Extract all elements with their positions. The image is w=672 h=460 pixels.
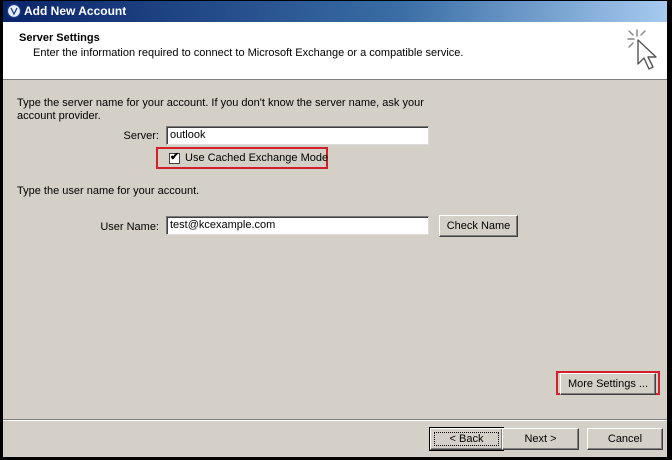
- next-button[interactable]: Next >: [502, 428, 579, 450]
- username-label: User Name:: [100, 221, 159, 233]
- cached-mode-checkbox[interactable]: ✔: [169, 150, 180, 164]
- window-title: Add New Account: [24, 4, 127, 18]
- cursor-click-icon: [627, 29, 657, 70]
- server-label: Server:: [123, 130, 159, 142]
- server-instruction-line-1: Type the server name for your account. I…: [17, 97, 424, 109]
- server-instruction-line-2: account provider.: [17, 110, 101, 122]
- user-instruction: Type the user name for your account.: [17, 185, 200, 197]
- checkmark-icon: ✔: [170, 150, 180, 163]
- server-input[interactable]: outlook: [166, 126, 429, 145]
- cached-mode-checkbox-row[interactable]: ✔ Use Cached Exchange Mode: [169, 150, 328, 164]
- cached-mode-label[interactable]: Use Cached Exchange Mode: [185, 152, 328, 164]
- check-name-button[interactable]: Check Name: [439, 215, 518, 237]
- wizard-header: Server Settings Enter the information re…: [3, 22, 667, 80]
- footer-divider: [3, 419, 667, 421]
- title-bar[interactable]: Add New Account: [3, 1, 667, 22]
- cancel-button[interactable]: Cancel: [587, 428, 663, 450]
- outlook-app-icon: [6, 3, 22, 19]
- page-subtitle: Enter the information required to connec…: [33, 47, 464, 59]
- add-new-account-dialog: Add New Account Server Settings Enter th…: [2, 0, 668, 458]
- wizard-content: Type the server name for your account. I…: [3, 80, 667, 457]
- username-input[interactable]: test@kcexample.com: [166, 216, 429, 235]
- page-title: Server Settings: [19, 32, 100, 44]
- back-button[interactable]: < Back: [429, 427, 504, 451]
- more-settings-button[interactable]: More Settings ...: [560, 373, 656, 395]
